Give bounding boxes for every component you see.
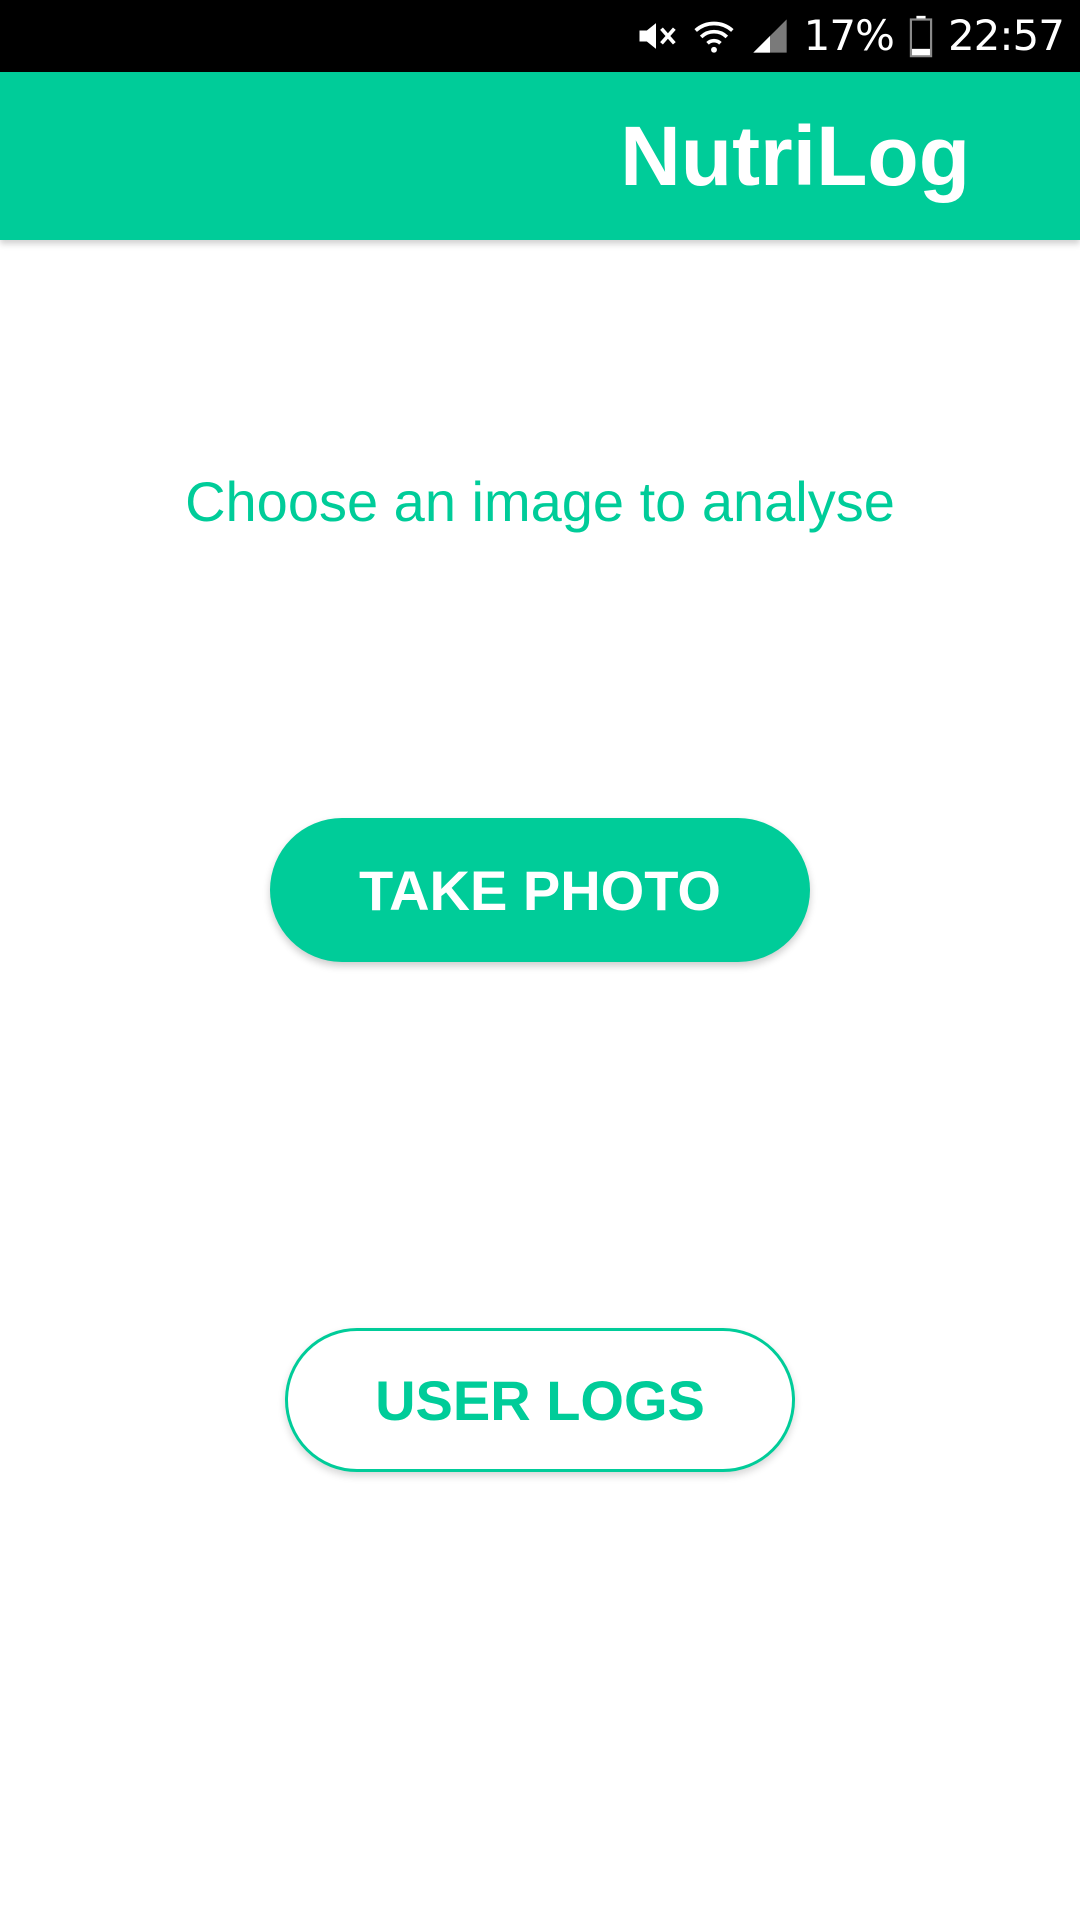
take-photo-button[interactable]: TAKE PHOTO (270, 818, 810, 962)
screen: 17% 22:57 NutriLog Choose an image to an… (0, 0, 1080, 1920)
battery-percent: 17% (803, 11, 895, 60)
signal-icon (750, 0, 790, 72)
app-bar: NutriLog (0, 72, 1080, 240)
take-photo-label: TAKE PHOTO (359, 858, 721, 922)
user-logs-button[interactable]: USER LOGS (285, 1328, 795, 1472)
battery-icon (908, 0, 934, 72)
mute-icon (634, 0, 678, 72)
clock: 22:57 (947, 11, 1065, 60)
wifi-icon (692, 0, 736, 72)
user-logs-label: USER LOGS (375, 1368, 705, 1432)
status-icons: 17% 22:57 (634, 0, 1065, 72)
app-title: NutriLog (620, 109, 970, 203)
status-bar: 17% 22:57 (0, 0, 1080, 72)
instruction-text: Choose an image to analyse (185, 470, 895, 533)
